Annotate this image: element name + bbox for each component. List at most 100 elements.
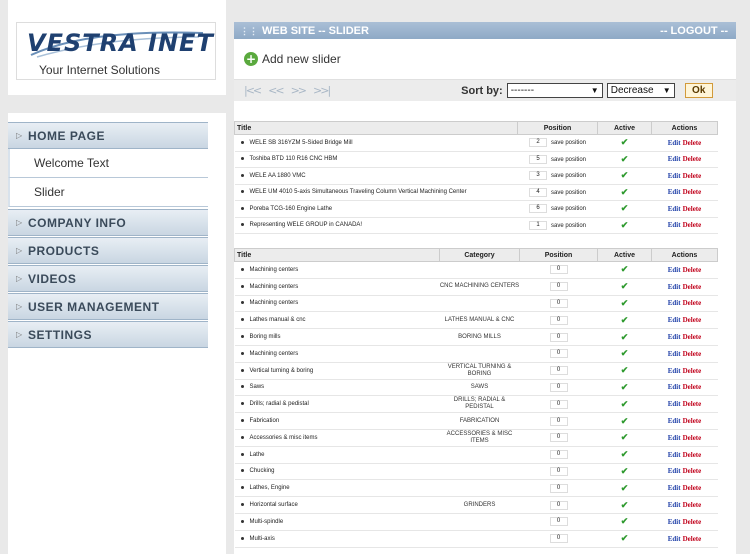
- position-input[interactable]: 0: [549, 416, 568, 426]
- row-title[interactable]: Vertical turning & boring: [250, 368, 314, 374]
- edit-link[interactable]: Edit: [668, 316, 681, 324]
- position-input[interactable]: 0: [549, 500, 568, 510]
- row-title[interactable]: Multi-axis: [250, 536, 275, 542]
- row-title[interactable]: WELE UM 4010 5-axis Simultaneous Traveli…: [250, 189, 467, 195]
- edit-link[interactable]: Edit: [668, 139, 681, 147]
- row-title[interactable]: Drills; radial & pedistal: [250, 401, 309, 407]
- nav-videos[interactable]: ▷ VIDEOS: [8, 265, 208, 292]
- row-title[interactable]: Saws: [250, 384, 265, 390]
- delete-link[interactable]: Delete: [683, 518, 702, 526]
- row-title[interactable]: Machining centers: [250, 284, 299, 290]
- row-title[interactable]: Lathes manual & cnc: [250, 317, 306, 323]
- position-input[interactable]: 6: [528, 204, 547, 214]
- edit-link[interactable]: Edit: [668, 188, 681, 196]
- row-title[interactable]: Toshiba BTD 110 R16 CNC HBM: [250, 156, 338, 162]
- check-icon[interactable]: ✔: [597, 530, 652, 548]
- col-position[interactable]: Position: [517, 121, 598, 135]
- check-icon[interactable]: ✔: [597, 379, 652, 397]
- save-position-link[interactable]: save position: [551, 173, 586, 179]
- check-icon[interactable]: ✔: [597, 217, 652, 234]
- first-page-icon[interactable]: |<<: [244, 84, 262, 97]
- nav-company-info[interactable]: ▷ COMPANY INFO: [8, 209, 208, 236]
- check-icon[interactable]: ✔: [597, 167, 652, 185]
- check-icon[interactable]: ✔: [597, 362, 652, 380]
- delete-link[interactable]: Delete: [683, 434, 702, 442]
- check-icon[interactable]: ✔: [597, 311, 652, 330]
- check-icon[interactable]: ✔: [597, 429, 652, 447]
- delete-link[interactable]: Delete: [683, 299, 702, 307]
- delete-link[interactable]: Delete: [683, 333, 702, 341]
- edit-link[interactable]: Edit: [668, 434, 681, 442]
- edit-link[interactable]: Edit: [668, 400, 681, 408]
- edit-link[interactable]: Edit: [668, 467, 681, 475]
- edit-link[interactable]: Edit: [668, 367, 681, 375]
- position-input[interactable]: 0: [549, 483, 568, 493]
- row-title[interactable]: Lathe: [250, 452, 265, 458]
- delete-link[interactable]: Delete: [683, 188, 702, 196]
- edit-link[interactable]: Edit: [668, 299, 681, 307]
- row-title[interactable]: Poreba TCG-160 Engine Lathe: [250, 206, 333, 212]
- save-position-link[interactable]: save position: [551, 223, 586, 229]
- col-title[interactable]: Title: [234, 121, 518, 135]
- delete-link[interactable]: Delete: [683, 467, 702, 475]
- check-icon[interactable]: ✔: [597, 200, 652, 218]
- check-icon[interactable]: ✔: [597, 328, 652, 346]
- position-input[interactable]: 0: [549, 517, 568, 527]
- edit-link[interactable]: Edit: [668, 283, 681, 291]
- col-active[interactable]: Active: [597, 248, 652, 262]
- nav-home-page[interactable]: ▷ HOME PAGE: [8, 122, 208, 149]
- position-input[interactable]: 1: [528, 220, 547, 230]
- check-icon[interactable]: ✔: [597, 261, 652, 279]
- row-title[interactable]: Fabrication: [250, 418, 280, 424]
- position-input[interactable]: 4: [528, 187, 547, 197]
- edit-link[interactable]: Edit: [668, 451, 681, 459]
- delete-link[interactable]: Delete: [683, 501, 702, 509]
- check-icon[interactable]: ✔: [597, 151, 652, 168]
- delete-link[interactable]: Delete: [683, 350, 702, 358]
- row-title[interactable]: Multi-spindle: [250, 519, 284, 525]
- check-icon[interactable]: ✔: [597, 184, 652, 201]
- check-icon[interactable]: ✔: [597, 295, 652, 313]
- next-page-icon[interactable]: >>: [291, 84, 308, 97]
- col-category[interactable]: Category: [439, 248, 520, 262]
- check-icon[interactable]: ✔: [597, 496, 652, 514]
- position-input[interactable]: 3: [528, 171, 547, 181]
- check-icon[interactable]: ✔: [597, 513, 652, 531]
- position-input[interactable]: 0: [549, 298, 568, 308]
- delete-link[interactable]: Delete: [683, 266, 702, 274]
- position-input[interactable]: 0: [549, 399, 568, 409]
- row-title[interactable]: Boring mills: [250, 334, 281, 340]
- col-active[interactable]: Active: [597, 121, 652, 135]
- row-title[interactable]: Representing WELE GROUP in CANADA!: [250, 222, 363, 228]
- check-icon[interactable]: ✔: [597, 479, 652, 498]
- nav-sub-slider[interactable]: Slider: [8, 178, 208, 207]
- logo[interactable]: VESTRA INET Your Internet Solutions: [16, 22, 216, 80]
- row-title[interactable]: Machining centers: [250, 351, 299, 357]
- save-position-link[interactable]: save position: [551, 190, 586, 196]
- edit-link[interactable]: Edit: [668, 417, 681, 425]
- plus-circle-icon[interactable]: +: [244, 52, 258, 66]
- check-icon[interactable]: ✔: [597, 278, 652, 296]
- position-input[interactable]: 0: [549, 349, 568, 359]
- delete-link[interactable]: Delete: [683, 400, 702, 408]
- save-position-link[interactable]: save position: [551, 140, 586, 146]
- row-title[interactable]: WELE AA 1880 VMC: [250, 173, 306, 179]
- save-position-link[interactable]: save position: [551, 157, 586, 163]
- edit-link[interactable]: Edit: [668, 221, 681, 229]
- edit-link[interactable]: Edit: [668, 501, 681, 509]
- position-input[interactable]: 0: [549, 265, 568, 275]
- position-input[interactable]: 0: [549, 450, 568, 460]
- row-title[interactable]: Machining centers: [250, 267, 299, 273]
- delete-link[interactable]: Delete: [683, 155, 702, 163]
- edit-link[interactable]: Edit: [668, 155, 681, 163]
- delete-link[interactable]: Delete: [683, 383, 702, 391]
- delete-link[interactable]: Delete: [683, 221, 702, 229]
- row-title[interactable]: Machining centers: [250, 300, 299, 306]
- save-position-link[interactable]: save position: [551, 206, 586, 212]
- position-input[interactable]: 5: [528, 154, 547, 164]
- check-icon[interactable]: ✔: [597, 463, 652, 481]
- last-page-icon[interactable]: >>|: [313, 84, 331, 97]
- delete-link[interactable]: Delete: [683, 205, 702, 213]
- edit-link[interactable]: Edit: [668, 205, 681, 213]
- edit-link[interactable]: Edit: [668, 518, 681, 526]
